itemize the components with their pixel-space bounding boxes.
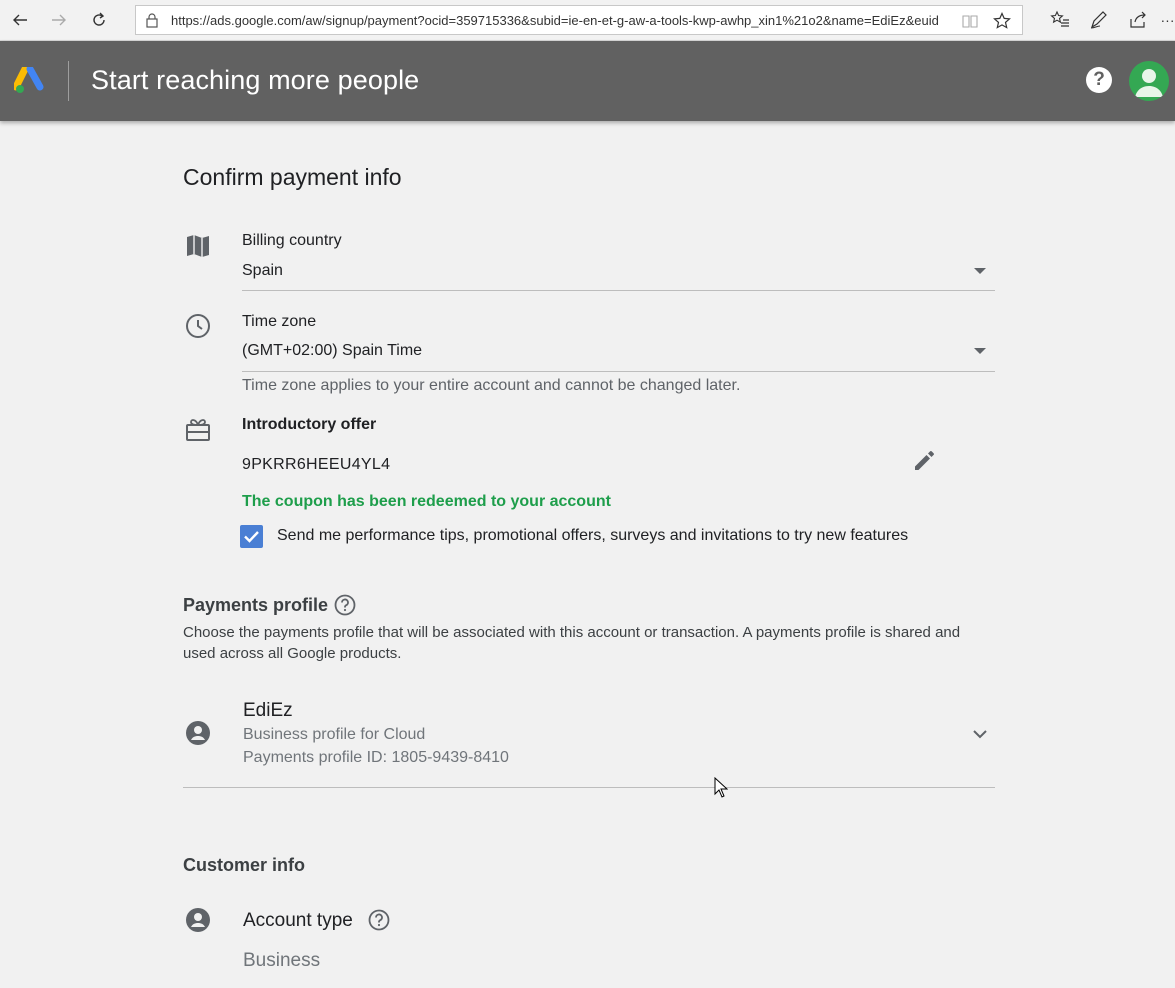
account-circle-icon [186, 721, 210, 745]
help-icon[interactable]: ? [1086, 67, 1112, 93]
clock-icon [186, 314, 210, 338]
time-zone-hint: Time zone applies to your entire account… [242, 377, 741, 394]
coupon-status: The coupon has been redeemed to your acc… [242, 493, 611, 510]
header-title: Start reaching more people [91, 65, 420, 95]
browser-toolbar: https://ads.google.com/aw/signup/payment… [0, 0, 1175, 41]
coupon-code: 9PKRR6HEEU4YL4 [242, 456, 391, 473]
app-header: Start reaching more people ? [0, 41, 1175, 121]
avatar[interactable] [1129, 61, 1169, 101]
help-circle-icon[interactable] [368, 909, 390, 931]
edit-icon[interactable] [912, 447, 938, 473]
account-circle-icon [186, 908, 210, 932]
forward-icon[interactable] [46, 7, 72, 33]
refresh-icon[interactable] [86, 7, 112, 33]
billing-country-underline [242, 290, 995, 291]
help-circle-icon[interactable] [334, 594, 356, 616]
favorites-list-icon[interactable] [1050, 10, 1070, 30]
customer-info-heading: Customer info [183, 855, 306, 875]
address-bar[interactable]: https://ads.google.com/aw/signup/payment… [135, 5, 1023, 35]
intro-offer-label: Introductory offer [242, 416, 377, 433]
payments-profile-type: Business profile for Cloud [243, 726, 426, 743]
page-title: Confirm payment info [183, 164, 402, 190]
payments-profile-description: Choose the payments profile that will be… [183, 624, 961, 662]
back-icon[interactable] [7, 7, 33, 33]
mouse-cursor-icon [714, 777, 728, 798]
account-type-label: Account type [243, 910, 353, 931]
payments-profile-id: Payments profile ID: 1805-9439-8410 [243, 749, 509, 766]
favorite-star-icon[interactable] [993, 12, 1011, 30]
pen-icon[interactable] [1089, 10, 1109, 30]
header-divider [68, 61, 69, 101]
url-text[interactable]: https://ads.google.com/aw/signup/payment… [171, 13, 951, 28]
marketing-opt-in-label[interactable]: Send me performance tips, promotional of… [277, 527, 908, 545]
checkmark-icon [244, 531, 259, 543]
dropdown-arrow-icon[interactable] [974, 268, 986, 274]
reading-view-icon[interactable] [961, 12, 979, 30]
main-content: Confirm payment info Billing country Spa… [0, 121, 1175, 988]
google-ads-logo [14, 67, 44, 93]
marketing-opt-in-checkbox[interactable] [240, 525, 263, 548]
payments-profile-heading: Payments profile [183, 595, 329, 615]
gift-card-icon [186, 419, 210, 441]
payments-profile-divider [183, 787, 995, 788]
lock-icon [146, 13, 158, 28]
time-zone-underline [242, 371, 995, 372]
chevron-down-icon[interactable] [971, 725, 989, 743]
more-icon[interactable]: ··· [1160, 7, 1175, 33]
account-type-value: Business [243, 950, 321, 971]
billing-country-select[interactable]: Spain [242, 262, 283, 280]
billing-country-label: Billing country [242, 232, 342, 249]
time-zone-label: Time zone [242, 313, 317, 330]
payments-profile-name[interactable]: EdiEz [243, 700, 293, 722]
dropdown-arrow-icon[interactable] [974, 348, 986, 354]
share-icon[interactable] [1128, 10, 1148, 30]
time-zone-select[interactable]: (GMT+02:00) Spain Time [242, 342, 422, 360]
map-icon [187, 235, 209, 257]
